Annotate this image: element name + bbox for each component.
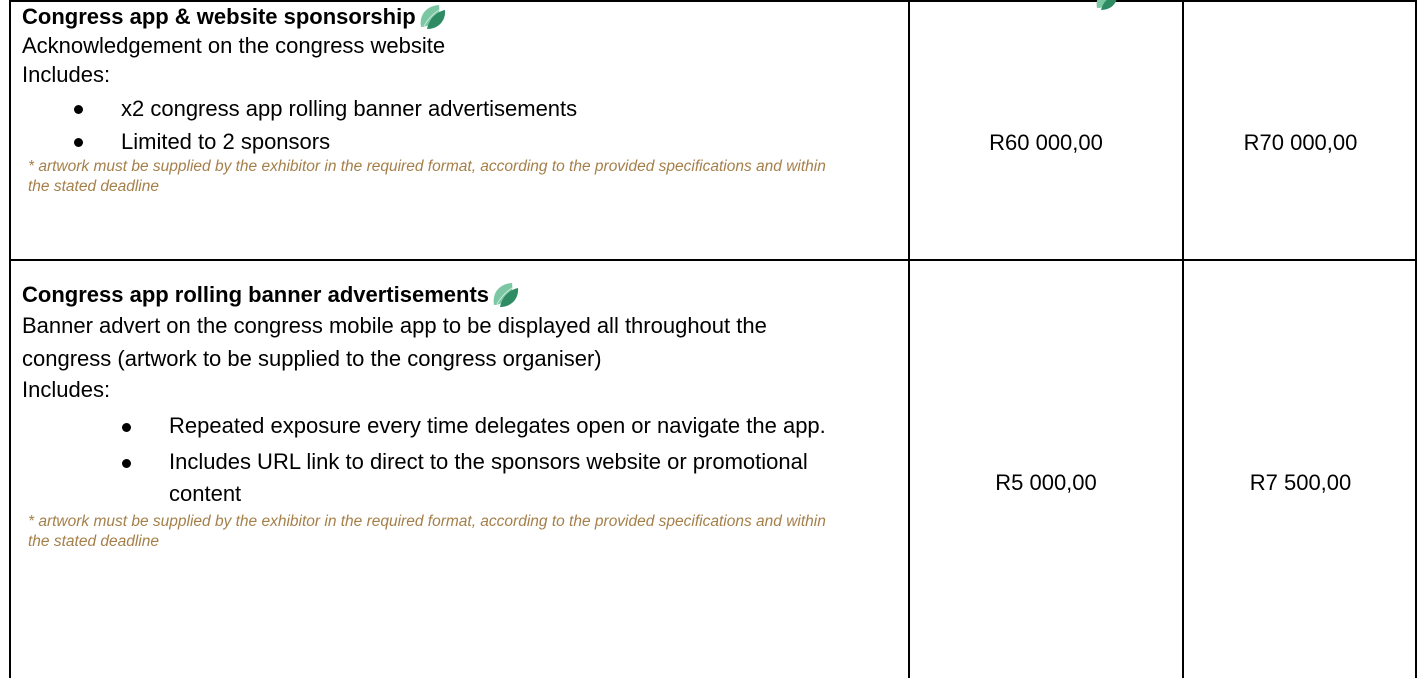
column-divider [908, 0, 910, 678]
artwork-note: * artwork must be supplied by the exhibi… [28, 513, 826, 550]
item-title: Congress app rolling banner advertisemen… [22, 282, 490, 307]
leaf-icon [420, 4, 445, 29]
bullet-icon [122, 423, 131, 432]
bullet-icon [74, 138, 83, 147]
row-description: Congress app rolling banner advertisemen… [22, 280, 902, 552]
leaf-icon [1096, 0, 1117, 10]
leaf-icon [493, 282, 519, 307]
column-divider [1182, 0, 1184, 678]
row-divider [9, 259, 1417, 261]
includes-label: Includes: [22, 377, 111, 402]
list-item-text: Limited to 2 sponsors [121, 129, 331, 154]
list-item-text: Includes URL link to direct to the spons… [169, 449, 808, 506]
list-item: Repeated exposure every time delegates o… [22, 410, 869, 442]
includes-list: x2 congress app rolling banner advertise… [22, 94, 902, 156]
price-column-1: R60 000,00 [989, 130, 1103, 155]
bullet-icon [122, 459, 131, 468]
artwork-note: * artwork must be supplied by the exhibi… [28, 158, 826, 195]
item-description: Banner advert on the congress mobile app… [22, 313, 767, 371]
list-item: Includes URL link to direct to the spons… [22, 446, 869, 510]
list-item: Limited to 2 sponsors [22, 127, 902, 156]
table-border-left [9, 0, 11, 678]
includes-label: Includes: [22, 62, 111, 87]
price-column-1: R5 000,00 [995, 470, 1097, 495]
price-column-2: R70 000,00 [1243, 130, 1358, 155]
item-title: Congress app & website sponsorship [22, 4, 416, 29]
list-item-text: x2 congress app rolling banner advertise… [121, 96, 578, 121]
row-description: Congress app & website sponsorship Ackno… [22, 2, 902, 197]
price-column-2: R7 500,00 [1249, 470, 1352, 495]
list-item-text: Repeated exposure every time delegates o… [169, 413, 826, 438]
includes-list: Repeated exposure every time delegates o… [22, 410, 902, 510]
item-title-row: Congress app rolling banner advertisemen… [22, 280, 902, 309]
list-item: x2 congress app rolling banner advertise… [22, 94, 902, 123]
item-description: Acknowledgement on the congress website [22, 33, 446, 58]
bullet-icon [74, 105, 83, 114]
item-title-row: Congress app & website sponsorship [22, 2, 902, 31]
